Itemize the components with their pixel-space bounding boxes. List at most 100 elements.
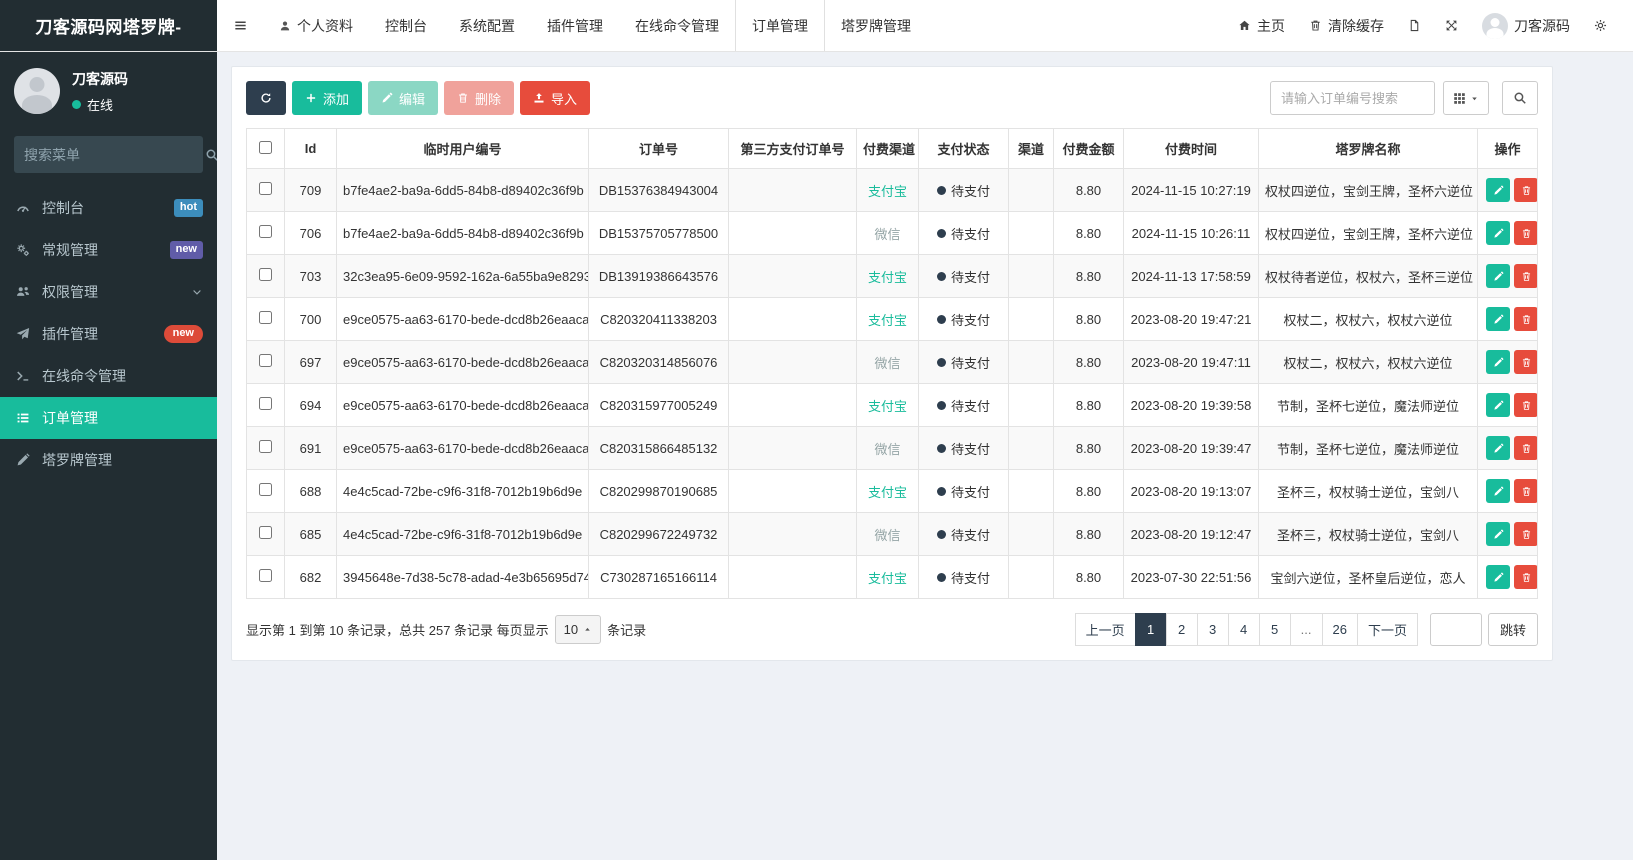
row-checkbox[interactable] xyxy=(259,182,272,195)
row-edit-button[interactable] xyxy=(1486,264,1510,288)
expand-icon xyxy=(1445,19,1458,32)
user-menu[interactable]: 刀客源码 xyxy=(1470,12,1582,39)
trash-icon xyxy=(1521,443,1532,454)
cell-pay-time: 2023-08-20 19:39:58 xyxy=(1123,383,1259,427)
log-button[interactable] xyxy=(1396,19,1433,32)
topnav-item-tarot[interactable]: 塔罗牌管理 xyxy=(825,0,927,51)
row-checkbox[interactable] xyxy=(259,354,272,367)
row-checkbox[interactable] xyxy=(259,225,272,238)
order-search-input[interactable] xyxy=(1270,81,1435,115)
row-checkbox[interactable] xyxy=(259,311,272,324)
home-button[interactable]: 主页 xyxy=(1226,16,1297,36)
jump-page-input[interactable] xyxy=(1429,613,1482,646)
row-delete-button[interactable] xyxy=(1514,479,1537,503)
row-delete-button[interactable] xyxy=(1514,264,1537,288)
row-delete-button[interactable] xyxy=(1514,350,1537,374)
cell-pay-time: 2024-11-13 17:58:59 xyxy=(1123,254,1259,298)
trash-icon xyxy=(1521,314,1532,325)
page-button-5[interactable]: 5 xyxy=(1258,613,1291,646)
topnav-item-console[interactable]: 控制台 xyxy=(369,0,443,51)
sidebar-item-tarot[interactable]: 塔罗牌管理 xyxy=(0,439,217,481)
column-header: 塔罗牌名称 xyxy=(1258,128,1478,169)
topnav-item-order[interactable]: 订单管理 xyxy=(735,0,825,51)
row-edit-button[interactable] xyxy=(1486,565,1510,589)
fullscreen-button[interactable] xyxy=(1433,19,1470,32)
import-button[interactable]: 导入 xyxy=(520,81,591,115)
search-button[interactable] xyxy=(1502,81,1538,115)
trash-icon xyxy=(1521,572,1532,583)
cell-amount: 8.80 xyxy=(1053,469,1124,513)
row-edit-button[interactable] xyxy=(1486,436,1510,460)
select-all-checkbox[interactable] xyxy=(259,140,272,154)
sidebar-item-plugin[interactable]: 插件管理 new xyxy=(0,313,217,355)
row-checkbox[interactable] xyxy=(259,526,272,539)
refresh-button[interactable] xyxy=(246,81,286,115)
sidebar-item-console[interactable]: 控制台 hot xyxy=(0,187,217,229)
row-edit-button[interactable] xyxy=(1486,307,1510,331)
row-edit-button[interactable] xyxy=(1486,350,1510,374)
status-badge: 待支付 xyxy=(936,181,990,200)
clear-cache-button[interactable]: 清除缓存 xyxy=(1297,16,1396,36)
prev-page-button[interactable]: 上一页 xyxy=(1074,613,1136,646)
row-checkbox[interactable] xyxy=(259,440,272,453)
page-button-4[interactable]: 4 xyxy=(1227,613,1260,646)
row-edit-button[interactable] xyxy=(1486,393,1510,417)
cell-id: 703 xyxy=(284,254,337,298)
next-page-button[interactable]: 下一页 xyxy=(1356,613,1418,646)
row-delete-button[interactable] xyxy=(1514,393,1537,417)
topnav-item-plugin[interactable]: 插件管理 xyxy=(531,0,619,51)
sidebar-item-permission[interactable]: 权限管理 xyxy=(0,271,217,313)
sidebar-item-online-command[interactable]: 在线命令管理 xyxy=(0,355,217,397)
row-delete-button[interactable] xyxy=(1514,436,1537,460)
topnav-item-profile[interactable]: 个人资料 xyxy=(263,0,369,51)
column-header: 付费时间 xyxy=(1123,128,1259,169)
row-checkbox[interactable] xyxy=(259,397,272,410)
sidebar-toggle-button[interactable] xyxy=(217,0,263,51)
status-label: 待支付 xyxy=(950,398,990,414)
topnav-item-system-config[interactable]: 系统配置 xyxy=(443,0,531,51)
sidebar-search-input[interactable] xyxy=(24,146,205,163)
sidebar-item-general[interactable]: 常规管理 new xyxy=(0,229,217,271)
pencil-icon xyxy=(1493,227,1504,239)
column-header: 支付状态 xyxy=(918,128,1009,169)
row-delete-button[interactable] xyxy=(1514,307,1537,331)
topnav-item-online-command[interactable]: 在线命令管理 xyxy=(619,0,735,51)
cell-temp-user-id: e9ce0575-aa63-6170-bede-dcd8b26eaaca xyxy=(336,426,589,470)
cell-order-no: C820315866485132 xyxy=(588,426,729,470)
search-icon[interactable] xyxy=(205,148,217,162)
trash-icon xyxy=(1521,400,1532,411)
row-checkbox[interactable] xyxy=(259,268,272,281)
row-delete-button[interactable] xyxy=(1514,221,1537,245)
cell-third-party-order-no xyxy=(728,254,857,298)
row-edit-button[interactable] xyxy=(1486,221,1510,245)
page-size-dropdown[interactable]: 10 xyxy=(554,615,602,644)
edit-button[interactable]: 编辑 xyxy=(368,81,439,115)
status-badge: 待支付 xyxy=(936,267,990,286)
sidebar-item-order[interactable]: 订单管理 xyxy=(0,397,217,439)
cell-pay-channel: 支付宝 xyxy=(856,168,919,212)
row-edit-button[interactable] xyxy=(1486,479,1510,503)
row-delete-button[interactable] xyxy=(1514,565,1537,589)
add-button[interactable]: 添加 xyxy=(292,81,363,115)
jump-button[interactable]: 跳转 xyxy=(1487,613,1538,646)
page-button-3[interactable]: 3 xyxy=(1196,613,1229,646)
page-button-1[interactable]: 1 xyxy=(1134,613,1167,646)
sidebar-item-label: 权限管理 xyxy=(42,284,98,300)
row-edit-button[interactable] xyxy=(1486,522,1510,546)
settings-button[interactable] xyxy=(1582,19,1619,32)
row-checkbox[interactable] xyxy=(259,569,272,582)
row-checkbox[interactable] xyxy=(259,483,272,496)
page-button-2[interactable]: 2 xyxy=(1165,613,1198,646)
cell-id: 688 xyxy=(284,469,337,513)
user-icon xyxy=(279,20,291,32)
columns-dropdown-button[interactable] xyxy=(1443,81,1489,115)
cell-pay-time: 2023-08-20 19:39:47 xyxy=(1123,426,1259,470)
page-button-26[interactable]: 26 xyxy=(1321,613,1358,646)
topnav-item-label: 个人资料 xyxy=(297,17,353,34)
delete-button[interactable]: 删除 xyxy=(444,81,515,115)
row-edit-button[interactable] xyxy=(1486,178,1510,202)
row-delete-button[interactable] xyxy=(1514,178,1537,202)
sidebar-item-label: 常规管理 xyxy=(42,242,98,258)
home-icon xyxy=(1238,19,1251,32)
row-delete-button[interactable] xyxy=(1514,522,1537,546)
